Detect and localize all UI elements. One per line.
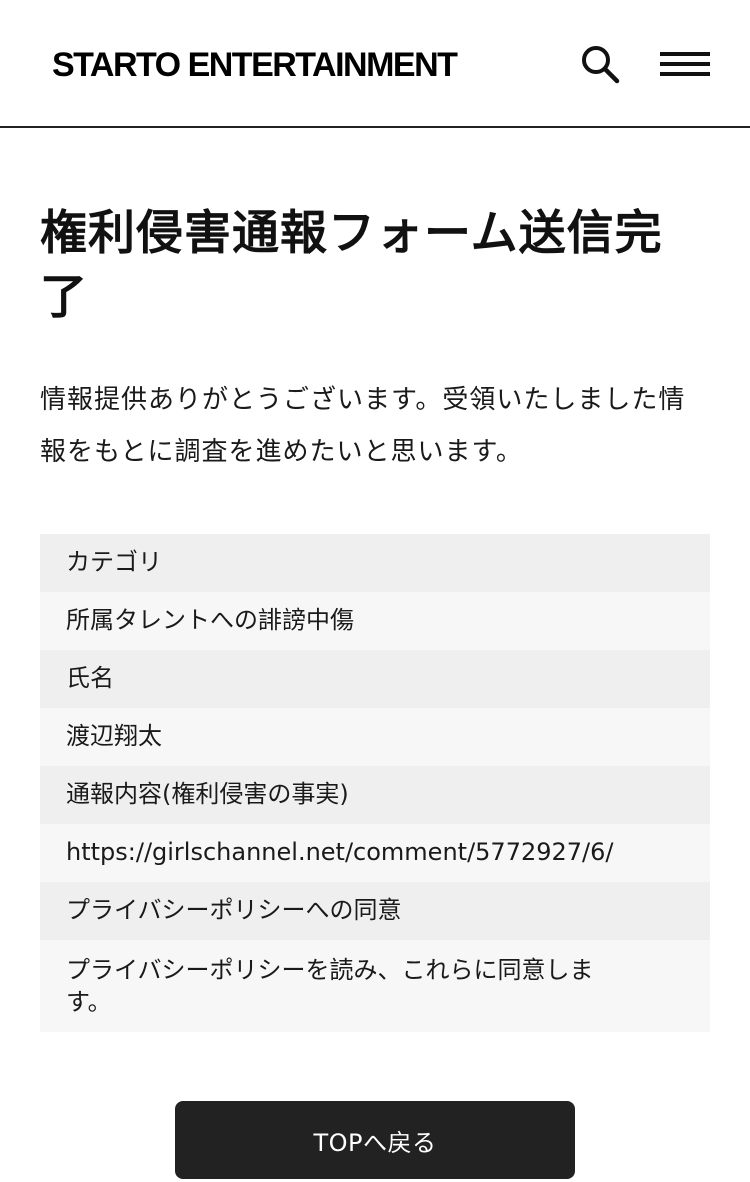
field-value-name: 渡辺翔太	[40, 708, 710, 766]
back-to-top-button[interactable]: TOPへ戻る	[175, 1101, 575, 1179]
search-icon	[582, 46, 620, 84]
site-header: STARTO ENTERTAINMENT	[0, 0, 750, 128]
field-value-report-content: https://girlschannel.net/comment/5772927…	[40, 824, 710, 882]
submitted-info-table: カテゴリ 所属タレントへの誹謗中傷 氏名 渡辺翔太 通報内容(権利侵害の事実) …	[40, 534, 710, 1032]
page-title: 権利侵害通報フォーム送信完了	[40, 206, 663, 325]
field-label-report-content: 通報内容(権利侵害の事実)	[40, 766, 710, 824]
site-logo[interactable]: STARTO ENTERTAINMENT	[52, 46, 458, 85]
field-value-privacy-consent: プライバシーポリシーを読み、これらに同意します。	[40, 940, 710, 1032]
thank-you-message: 情報提供ありがとうございます。受領いたしました情報をもとに調査を進めたいと思いま…	[40, 385, 686, 467]
main-content: 権利侵害通報フォーム送信完了 情報提供ありがとうございます。受領いたしました情報…	[0, 202, 750, 1032]
search-button[interactable]	[578, 42, 622, 86]
field-label-name: 氏名	[40, 650, 710, 708]
menu-button[interactable]	[658, 52, 712, 82]
hamburger-menu-icon	[660, 52, 710, 56]
privacy-consent-text: プライバシーポリシーを読み、これらに同意します。	[66, 956, 594, 1016]
field-label-privacy-consent: プライバシーポリシーへの同意	[40, 882, 710, 940]
field-label-category: カテゴリ	[40, 534, 710, 592]
field-value-category: 所属タレントへの誹謗中傷	[40, 592, 710, 650]
